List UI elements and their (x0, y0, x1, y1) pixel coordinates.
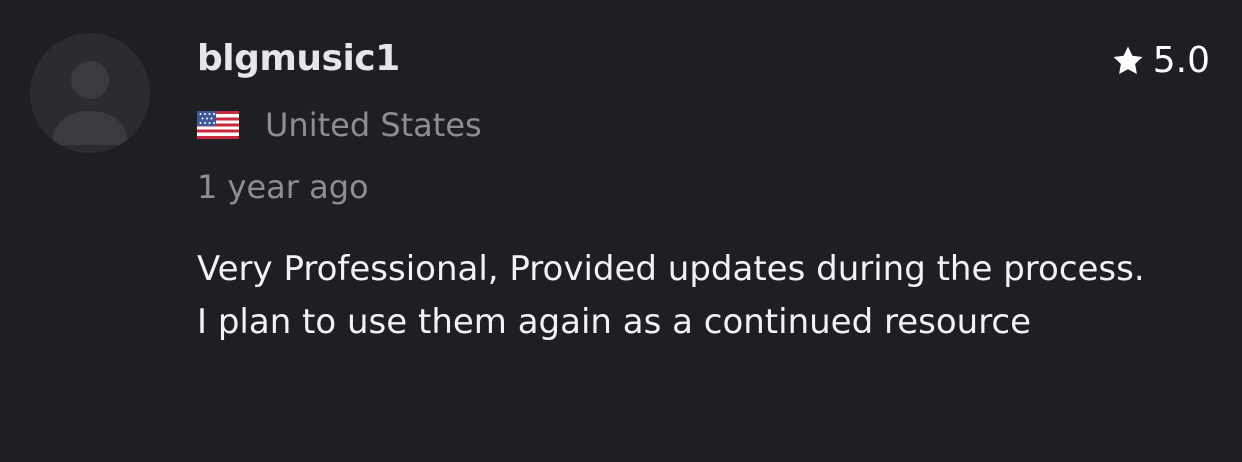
default-user-avatar-icon (52, 61, 128, 145)
avatar[interactable] (30, 33, 150, 153)
review-timestamp: 1 year ago (197, 168, 369, 206)
review-text: Very Professional, Provided updates duri… (197, 249, 1145, 342)
rating-value: 5.0 (1152, 40, 1210, 81)
us-flag-icon (197, 111, 239, 139)
country-name: United States (265, 106, 482, 144)
star-icon (1111, 44, 1145, 78)
reviewer-country: United States (197, 106, 482, 144)
review-card: blgmusic1 5.0 United States 1 year ago V… (0, 0, 1242, 462)
rating: 5.0 (1111, 40, 1210, 81)
reviewer-username[interactable]: blgmusic1 (197, 38, 400, 79)
